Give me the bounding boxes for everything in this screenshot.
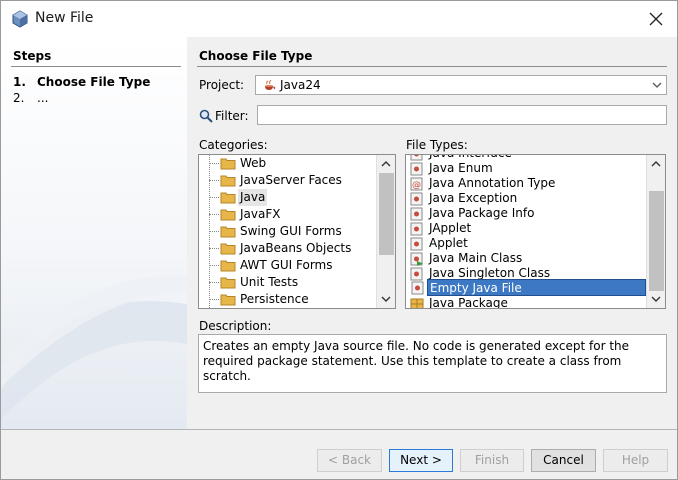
java-file-icon — [410, 192, 423, 206]
category-label: Unit Tests — [240, 275, 299, 289]
folder-icon — [220, 260, 236, 272]
project-value: Java24 — [280, 78, 321, 92]
category-label: Java — [238, 189, 268, 206]
step-number: 2. — [13, 91, 25, 105]
help-button[interactable]: Help — [603, 449, 668, 472]
folder-icon — [220, 226, 236, 238]
steps-divider — [11, 66, 181, 67]
category-item-javabeans-objects[interactable]: JavaBeans Objects — [199, 240, 375, 257]
project-label: Project: — [199, 78, 245, 92]
svg-text:@: @ — [412, 181, 421, 191]
scroll-down-button[interactable] — [377, 291, 395, 308]
scroll-thumb[interactable] — [379, 173, 394, 255]
panel-title: Choose File Type — [199, 49, 313, 63]
chevron-up-icon — [381, 161, 391, 167]
description-text: Creates an empty Java source file. No co… — [198, 334, 667, 393]
category-item-java[interactable]: Java — [199, 189, 375, 206]
folder-icon — [220, 277, 236, 289]
category-label: JavaBeans Objects — [240, 241, 352, 255]
folder-icon — [220, 158, 236, 170]
steps-title: Steps — [13, 49, 52, 63]
category-label: JavaServer Faces — [240, 173, 342, 187]
close-button[interactable] — [641, 5, 671, 33]
step-number: 1. — [13, 75, 26, 89]
package-icon — [410, 298, 424, 308]
java-file-icon — [410, 207, 423, 221]
category-item-swing-gui-forms[interactable]: Swing GUI Forms — [199, 223, 375, 240]
category-item-unit-tests[interactable]: Unit Tests — [199, 274, 375, 291]
category-item-javafx[interactable]: JavaFX — [199, 206, 375, 223]
description-label: Description: — [199, 319, 272, 333]
scroll-down-button[interactable] — [647, 291, 665, 308]
folder-icon — [220, 192, 236, 204]
category-label: Persistence — [240, 292, 309, 306]
file-types-label: File Types: — [406, 138, 468, 152]
step-label: ... — [37, 91, 49, 105]
category-label: JavaFX — [240, 207, 281, 221]
java-file-icon — [410, 267, 423, 281]
netbeans-cube-icon — [11, 10, 29, 28]
java-file-icon — [410, 162, 423, 176]
scroll-up-button[interactable] — [647, 155, 665, 172]
scroll-up-button[interactable] — [377, 155, 395, 172]
category-item-javaserver-faces[interactable]: JavaServer Faces — [199, 172, 375, 189]
cancel-button[interactable]: Cancel — [531, 449, 596, 472]
filter-input[interactable] — [257, 105, 667, 125]
next-button[interactable]: Next > — [389, 449, 453, 472]
decorative-swoosh — [1, 275, 187, 420]
java-file-icon — [410, 222, 423, 236]
new-file-dialog: New File Steps 1. Choose File Type 2.... … — [0, 0, 678, 480]
scroll-thumb[interactable] — [649, 191, 664, 291]
button-bar: < Back Next > Finish Cancel Help — [1, 429, 677, 479]
category-label: Swing GUI Forms — [240, 224, 342, 238]
category-label: AWT GUI Forms — [240, 258, 333, 272]
chevron-down-icon — [651, 296, 661, 302]
folder-icon — [220, 294, 236, 306]
java-annotation-file-icon: @ — [410, 177, 423, 191]
java-file-icon — [410, 237, 423, 251]
category-label: Web — [240, 156, 267, 170]
step-item: 1. Choose File Type — [13, 75, 150, 89]
chevron-up-icon — [651, 161, 661, 167]
categories-tree[interactable]: Web JavaServer Faces Java JavaFX Swing G — [198, 154, 396, 309]
project-dropdown[interactable]: Java24 — [255, 75, 667, 95]
java-main-class-icon — [410, 252, 423, 266]
title-bar: New File — [1, 1, 677, 37]
categories-scrollbar[interactable] — [376, 155, 395, 308]
file-type-label: Java Package — [429, 296, 508, 309]
step-item: 2.... — [13, 91, 48, 105]
window-title: New File — [35, 10, 94, 26]
folder-icon — [220, 175, 236, 187]
filter-label: Filter: — [215, 109, 249, 123]
file-type-item-empty-java-file[interactable]: Empty Java File — [411, 279, 646, 296]
file-types-list[interactable]: Java Interface Java Enum @ Java Annotati… — [405, 154, 666, 309]
step-label: Choose File Type — [37, 75, 151, 89]
category-item-web[interactable]: Web — [199, 155, 375, 172]
categories-label: Categories: — [199, 138, 268, 152]
panel-divider — [197, 66, 667, 67]
category-item-persistence[interactable]: Persistence — [199, 291, 375, 308]
steps-panel: Steps 1. Choose File Type 2.... — [1, 37, 187, 429]
category-item-awt-gui-forms[interactable]: AWT GUI Forms — [199, 257, 375, 274]
choose-file-type-panel: Choose File Type Project: Java24 Filter:… — [187, 37, 677, 429]
chevron-down-icon — [652, 82, 662, 88]
java-project-icon — [262, 78, 276, 92]
file-type-item-java-package[interactable]: Java Package — [406, 295, 646, 309]
finish-button[interactable]: Finish — [460, 449, 524, 472]
search-icon — [199, 109, 213, 123]
folder-icon — [220, 209, 236, 221]
file-types-scrollbar[interactable] — [646, 155, 665, 308]
java-file-icon — [411, 281, 424, 295]
chevron-down-icon — [381, 296, 391, 302]
close-icon — [649, 12, 663, 26]
back-button[interactable]: < Back — [317, 449, 382, 472]
folder-icon — [220, 243, 236, 255]
